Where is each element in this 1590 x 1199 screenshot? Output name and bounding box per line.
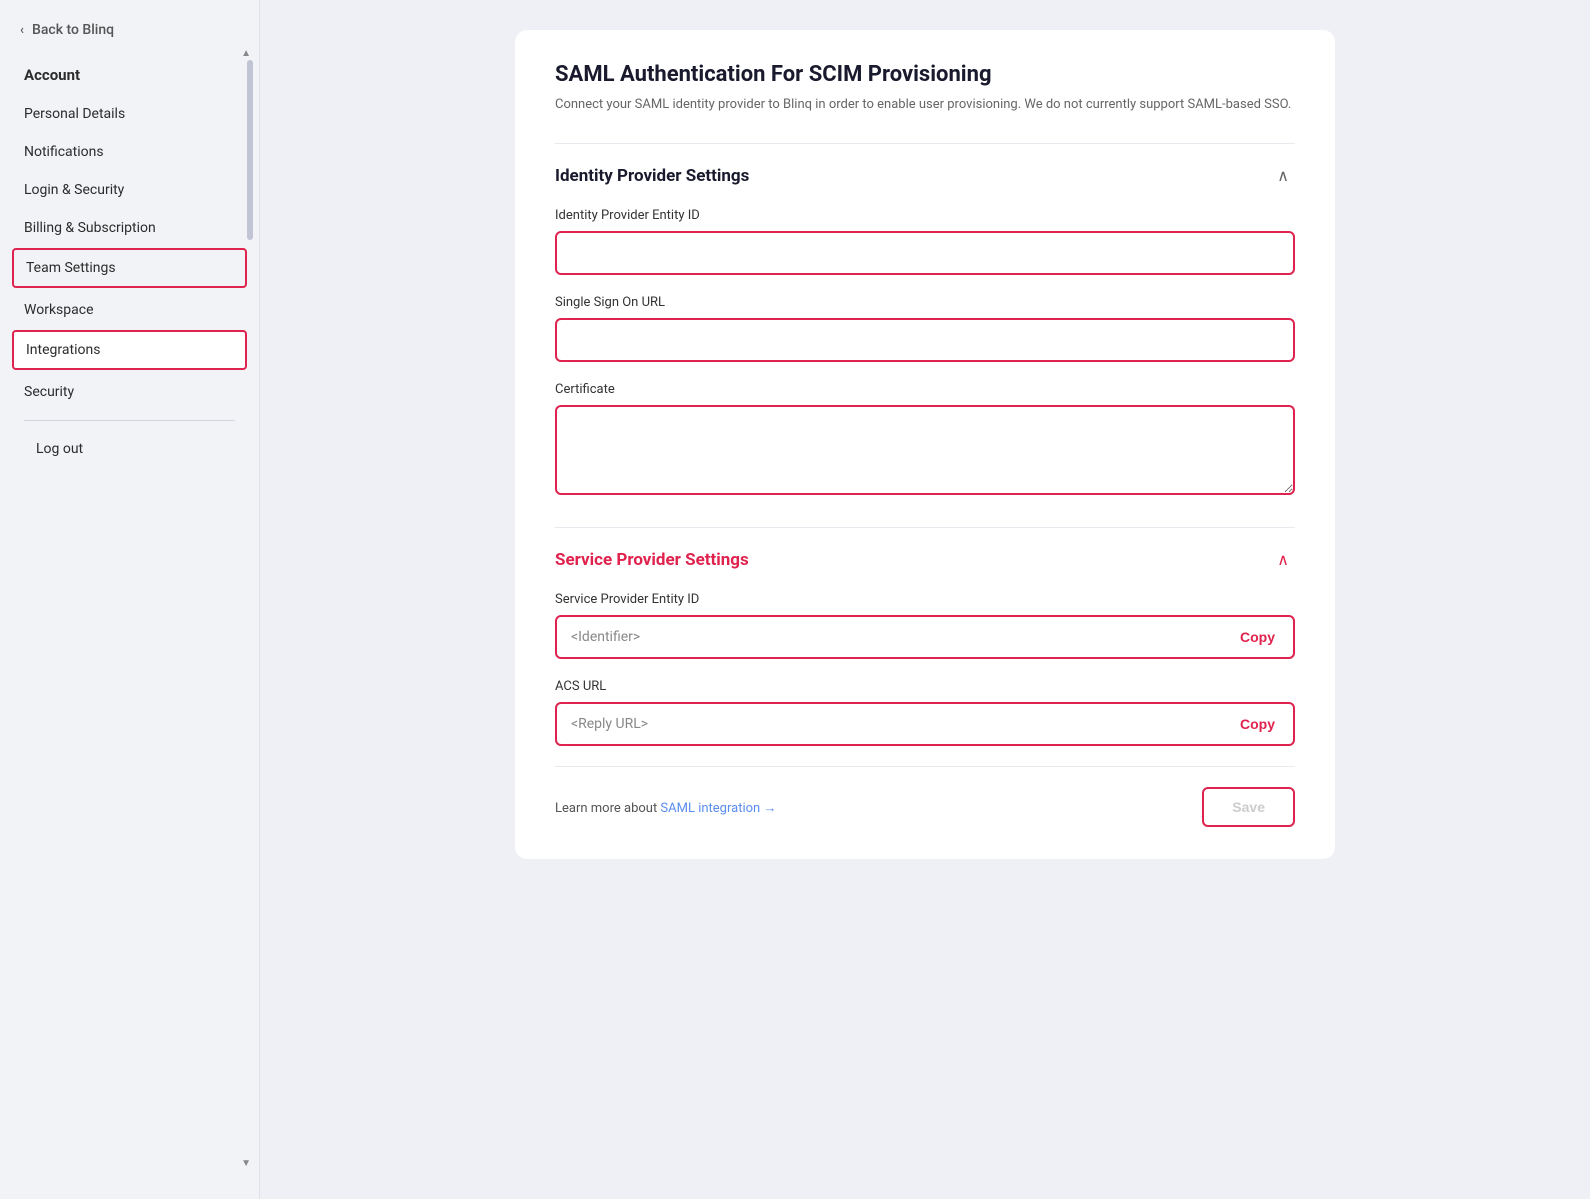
back-chevron-icon: ‹ (20, 23, 24, 38)
sp-entity-id-value: <Identifier> (571, 629, 640, 645)
sp-entity-id-copy-btn[interactable]: Copy (1236, 629, 1279, 645)
sidebar-item-personal-details[interactable]: Personal Details (12, 96, 247, 132)
acs-url-readonly: <Reply URL> Copy (555, 702, 1295, 746)
service-provider-header-row: Service Provider Settings ∧ (555, 548, 1295, 572)
main-content: SAML Authentication For SCIM Provisionin… (260, 0, 1590, 1199)
footer-row: Learn more about SAML integration → Save (555, 766, 1295, 827)
scroll-up-indicator[interactable]: ▲ (241, 48, 251, 59)
sidebar-item-workspace[interactable]: Workspace (12, 292, 247, 328)
sidebar-item-security[interactable]: Security (12, 374, 247, 410)
sidebar: ‹ Back to Blinq Account Personal Details… (0, 0, 260, 1199)
back-link-label: Back to Blinq (32, 22, 114, 38)
sidebar-nav: Account Personal Details Notifications L… (0, 56, 259, 1199)
service-provider-section-title: Service Provider Settings (555, 550, 749, 570)
scroll-down-indicator[interactable]: ▼ (241, 1158, 251, 1169)
acs-url-copy-btn[interactable]: Copy (1236, 716, 1279, 732)
page-title: SAML Authentication For SCIM Provisionin… (555, 62, 1295, 87)
identity-provider-section: Identity Provider Settings ∧ Identity Pr… (555, 143, 1295, 499)
learn-more-link[interactable]: SAML integration → (660, 801, 776, 816)
sidebar-item-account[interactable]: Account (12, 56, 247, 94)
sidebar-item-notifications[interactable]: Notifications (12, 134, 247, 170)
entity-id-group: Identity Provider Entity ID (555, 208, 1295, 275)
certificate-textarea[interactable] (555, 405, 1295, 495)
identity-provider-header-row: Identity Provider Settings ∧ (555, 164, 1295, 188)
section-divider (555, 527, 1295, 528)
acs-url-group: ACS URL <Reply URL> Copy (555, 679, 1295, 746)
learn-more-container: Learn more about SAML integration → (555, 797, 776, 816)
acs-url-label: ACS URL (555, 679, 1295, 694)
sso-url-input[interactable] (555, 318, 1295, 362)
sp-entity-id-label: Service Provider Entity ID (555, 592, 1295, 607)
learn-more-prefix: Learn more about (555, 801, 660, 816)
sp-entity-id-group: Service Provider Entity ID <Identifier> … (555, 592, 1295, 659)
sso-url-group: Single Sign On URL (555, 295, 1295, 362)
entity-id-label: Identity Provider Entity ID (555, 208, 1295, 223)
page-subtitle: Connect your SAML identity provider to B… (555, 95, 1295, 115)
sidebar-item-integrations[interactable]: Integrations (12, 330, 247, 370)
sidebar-divider (24, 420, 235, 421)
sidebar-item-billing[interactable]: Billing & Subscription (12, 210, 247, 246)
certificate-label: Certificate (555, 382, 1295, 397)
service-provider-section: Service Provider Settings ∧ Service Prov… (555, 548, 1295, 746)
content-card: SAML Authentication For SCIM Provisionin… (515, 30, 1335, 859)
entity-id-input[interactable] (555, 231, 1295, 275)
sidebar-item-team-settings[interactable]: Team Settings (12, 248, 247, 288)
sidebar-item-login-security[interactable]: Login & Security (12, 172, 247, 208)
scrollbar-track (247, 60, 253, 240)
identity-provider-section-title: Identity Provider Settings (555, 166, 749, 186)
certificate-group: Certificate (555, 382, 1295, 499)
back-link[interactable]: ‹ Back to Blinq (0, 0, 259, 56)
service-provider-collapse-btn[interactable]: ∧ (1271, 548, 1295, 572)
identity-provider-collapse-btn[interactable]: ∧ (1271, 164, 1295, 188)
sp-entity-id-readonly: <Identifier> Copy (555, 615, 1295, 659)
acs-url-value: <Reply URL> (571, 716, 648, 732)
sso-url-label: Single Sign On URL (555, 295, 1295, 310)
logout-item[interactable]: Log out (24, 431, 235, 467)
save-button[interactable]: Save (1202, 787, 1295, 827)
